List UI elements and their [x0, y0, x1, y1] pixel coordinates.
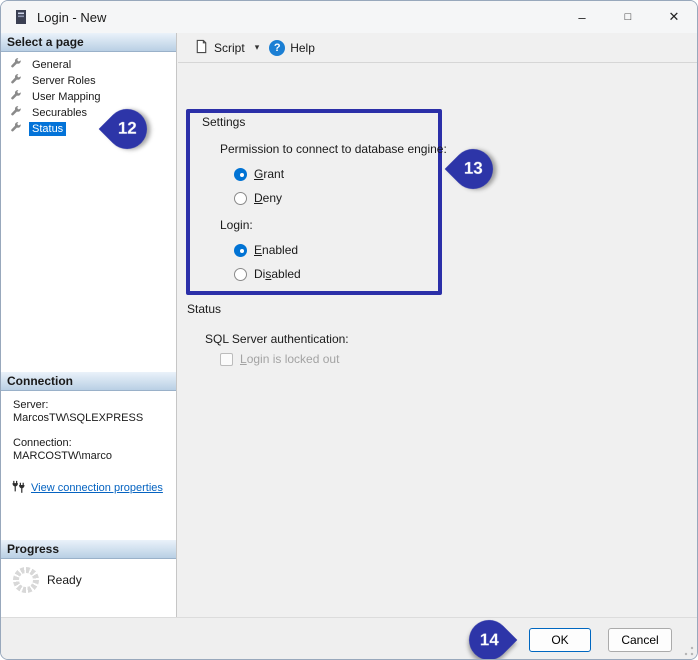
- select-a-page-header: Select a page: [1, 33, 176, 52]
- progress-body: Ready: [1, 559, 176, 593]
- window-title: Login - New: [37, 10, 106, 25]
- sidebar-item-general[interactable]: General: [1, 57, 176, 73]
- wrench-icon: [10, 106, 22, 121]
- page-list: General Server Roles User Mapping Secura…: [1, 57, 176, 137]
- deny-radio[interactable]: [234, 192, 247, 205]
- script-icon: [194, 39, 209, 57]
- sidebar-item-label: User Mapping: [29, 90, 103, 104]
- enabled-label: Enabled: [254, 243, 298, 257]
- select-a-page-section: Select a page General Server Roles User …: [1, 33, 176, 137]
- ok-button[interactable]: OK: [529, 628, 591, 652]
- script-button[interactable]: Script: [188, 36, 251, 60]
- login-new-dialog: Login - New – □ ✕ Select a page General …: [0, 0, 698, 660]
- disabled-label: Disabled: [254, 267, 301, 281]
- callout-number: 12: [118, 119, 137, 139]
- wrench-icon: [10, 74, 22, 89]
- enabled-radio[interactable]: [234, 244, 247, 257]
- progress-section: Progress Ready: [1, 540, 176, 593]
- sidebar-item-server-roles[interactable]: Server Roles: [1, 73, 176, 89]
- sidebar-item-user-mapping[interactable]: User Mapping: [1, 89, 176, 105]
- settings-group-header: Settings: [202, 115, 245, 129]
- progress-status: Ready: [47, 573, 82, 587]
- grant-label: Grant: [254, 167, 284, 181]
- script-dropdown-icon[interactable]: ▾: [251, 39, 264, 56]
- deny-radio-option[interactable]: Deny: [234, 190, 282, 206]
- wrench-icon: [10, 58, 22, 73]
- connection-header: Connection: [1, 372, 176, 391]
- grant-radio[interactable]: [234, 168, 247, 181]
- server-label: Server:: [13, 399, 176, 412]
- connection-properties-icon: [11, 479, 26, 498]
- disabled-radio-option[interactable]: Disabled: [234, 266, 301, 282]
- enabled-radio-option[interactable]: Enabled: [234, 242, 298, 258]
- wrench-icon: [10, 90, 22, 105]
- script-label: Script: [214, 41, 245, 55]
- resize-grip[interactable]: [684, 646, 694, 656]
- server-app-icon: [15, 9, 27, 25]
- dialog-toolbar: Script ▾ ? Help: [178, 33, 697, 63]
- connection-body: Server: MarcosTW\SQLEXPRESS Connection: …: [1, 391, 176, 498]
- minimize-button[interactable]: –: [559, 1, 605, 33]
- connection-label: Connection:: [13, 437, 176, 450]
- window-controls: – □ ✕: [559, 1, 697, 33]
- login-locked-out-option: Login is locked out: [220, 351, 339, 367]
- help-label: Help: [290, 41, 315, 55]
- deny-label: Deny: [254, 191, 282, 205]
- view-connection-properties-row: View connection properties: [11, 479, 176, 498]
- maximize-button[interactable]: □: [605, 1, 651, 33]
- sidebar: Select a page General Server Roles User …: [1, 33, 177, 617]
- help-icon: ?: [269, 40, 285, 56]
- disabled-radio[interactable]: [234, 268, 247, 281]
- grant-radio-option[interactable]: Grant: [234, 166, 284, 182]
- cancel-button[interactable]: Cancel: [608, 628, 672, 652]
- sidebar-item-status[interactable]: Status: [1, 121, 176, 137]
- progress-spinner-icon: [13, 567, 39, 593]
- login-locked-out-checkbox: [220, 353, 233, 366]
- sidebar-item-label-selected: Status: [29, 122, 66, 136]
- callout-number: 13: [464, 159, 483, 179]
- server-value: MarcosTW\SQLEXPRESS: [13, 412, 176, 425]
- connection-value: MARCOSTW\marco: [13, 450, 176, 463]
- login-locked-out-label: Login is locked out: [240, 352, 339, 366]
- connection-section: Connection Server: MarcosTW\SQLEXPRESS C…: [1, 372, 176, 498]
- login-label: Login:: [220, 218, 253, 232]
- footer-bar: OK Cancel: [1, 617, 697, 659]
- title-bar: Login - New – □ ✕: [1, 1, 697, 33]
- sql-auth-label: SQL Server authentication:: [205, 332, 349, 346]
- annotation-highlight-rectangle: [186, 109, 442, 295]
- sidebar-item-securables[interactable]: Securables: [1, 105, 176, 121]
- callout-number: 14: [480, 630, 499, 650]
- close-button[interactable]: ✕: [651, 1, 697, 33]
- progress-header: Progress: [1, 540, 176, 559]
- main-content: Settings Permission to connect to databa…: [178, 63, 697, 617]
- sidebar-item-label: Securables: [29, 106, 90, 120]
- permission-label: Permission to connect to database engine…: [220, 142, 447, 156]
- sidebar-item-label: General: [29, 58, 74, 72]
- sidebar-item-label: Server Roles: [29, 74, 99, 88]
- help-button[interactable]: ? Help: [263, 37, 321, 59]
- wrench-icon: [10, 122, 22, 137]
- view-connection-properties-link[interactable]: View connection properties: [31, 482, 163, 495]
- status-group-header: Status: [187, 302, 221, 316]
